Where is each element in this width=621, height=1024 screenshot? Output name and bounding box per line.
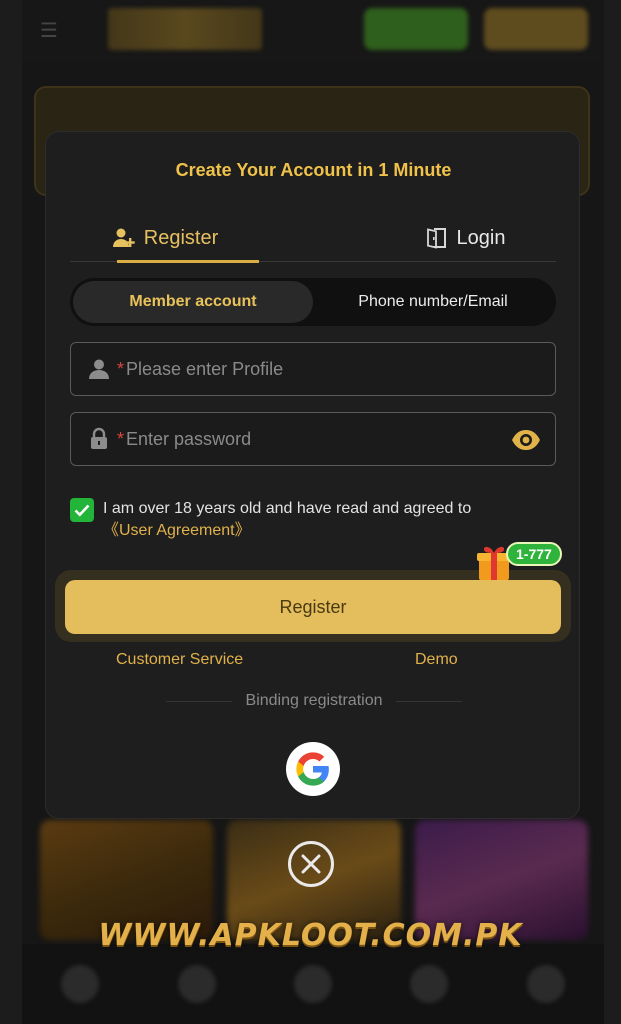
bonus-badge: 1-777 <box>506 542 562 566</box>
nav-icon <box>410 965 449 1003</box>
check-icon <box>74 504 90 517</box>
close-button[interactable] <box>288 841 334 887</box>
lock-icon <box>87 427 111 451</box>
background-header: ☰ <box>22 0 604 62</box>
nav-icon <box>293 965 332 1003</box>
agreement-text: I am over 18 years old and have read and… <box>103 498 553 542</box>
segment-member-account[interactable]: Member account <box>73 281 313 323</box>
screen-edge <box>0 0 22 1024</box>
segment-phone-email[interactable]: Phone number/Email <box>313 281 553 323</box>
add-user-icon <box>112 226 136 250</box>
close-icon <box>301 854 321 874</box>
binding-divider: Binding registration <box>166 690 462 712</box>
google-icon <box>296 752 329 786</box>
user-icon <box>87 357 111 381</box>
customer-service-link[interactable]: Customer Service <box>116 651 243 669</box>
account-type-switch: Member account Phone number/Email <box>70 278 556 326</box>
required-mark: * <box>117 358 125 379</box>
agreement-statement: I am over 18 years old and have read and… <box>103 500 472 517</box>
screen-edge <box>604 0 621 1024</box>
modal-title: Create Your Account in 1 Minute <box>175 160 452 180</box>
tab-login[interactable]: Login <box>370 214 560 262</box>
profile-placeholder: Please enter Profile <box>126 358 284 379</box>
background-bottom-nav <box>22 944 604 1024</box>
watermark: WWW.APKLOOT.COM.PK <box>98 918 523 953</box>
background-login-button <box>364 8 468 50</box>
background-logo <box>108 8 262 50</box>
google-login-button[interactable] <box>286 742 340 796</box>
tab-register-label: Register <box>143 226 219 249</box>
nav-icon <box>177 965 216 1003</box>
password-input[interactable]: * Enter password <box>70 412 556 466</box>
menu-icon: ☰ <box>40 20 58 42</box>
demo-link[interactable]: Demo <box>415 651 458 669</box>
user-agreement-link[interactable]: 《User Agreement》 <box>103 520 553 542</box>
background-register-button <box>484 8 588 50</box>
binding-registration-label: Binding registration <box>245 692 383 709</box>
auth-tabs: Register Login <box>70 214 556 263</box>
register-modal: Create Your Account in 1 Minute Register <box>45 131 580 819</box>
login-door-icon <box>425 226 449 250</box>
profile-input[interactable]: * Please enter Profile <box>70 342 556 396</box>
agreement-row: I am over 18 years old and have read and… <box>70 496 556 546</box>
nav-icon <box>526 965 565 1003</box>
agreement-checkbox[interactable] <box>70 498 94 522</box>
register-button[interactable]: Register <box>65 580 561 634</box>
tab-register[interactable]: Register <box>70 214 260 263</box>
tab-login-label: Login <box>456 226 506 249</box>
nav-icon <box>61 965 100 1003</box>
eye-icon[interactable] <box>511 427 541 453</box>
required-mark: * <box>117 428 125 449</box>
password-placeholder: Enter password <box>126 428 252 449</box>
